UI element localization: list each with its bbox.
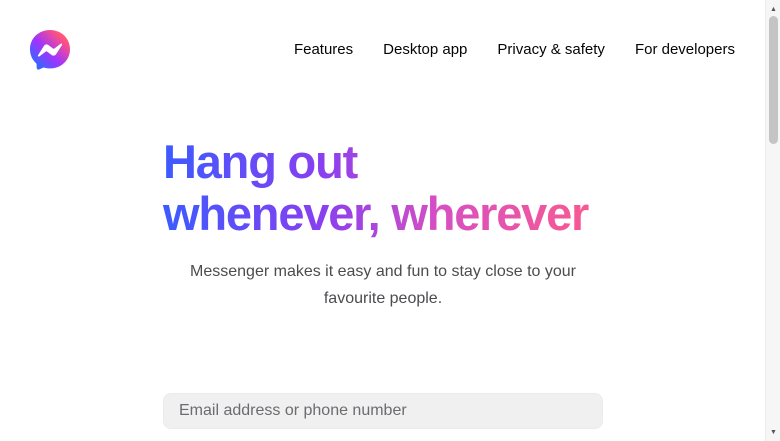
email-or-phone-input[interactable]	[163, 393, 603, 429]
scroll-down-arrow-icon[interactable]: ▼	[766, 425, 780, 439]
hero-title-line-2: whenever, wherever	[163, 187, 589, 240]
vertical-scrollbar[interactable]: ▲ ▼	[765, 0, 780, 441]
nav-privacy-safety-link[interactable]: Privacy & safety	[497, 40, 605, 60]
hero-title-line-1: Hang out	[163, 135, 358, 188]
scroll-up-arrow-icon[interactable]: ▲	[766, 2, 780, 16]
scrollbar-thumb[interactable]	[769, 16, 778, 144]
hero-title: Hang out whenever, wherever	[163, 136, 623, 240]
top-nav: Features Desktop app Privacy & safety Fo…	[294, 40, 735, 60]
nav-for-developers-link[interactable]: For developers	[635, 40, 735, 60]
messenger-logo-icon[interactable]	[29, 29, 71, 71]
nav-features-link[interactable]: Features	[294, 40, 353, 60]
page: Features Desktop app Privacy & safety Fo…	[0, 0, 765, 441]
hero-subtitle: Messenger makes it easy and fun to stay …	[190, 263, 576, 307]
nav-desktop-app-link[interactable]: Desktop app	[383, 40, 467, 60]
